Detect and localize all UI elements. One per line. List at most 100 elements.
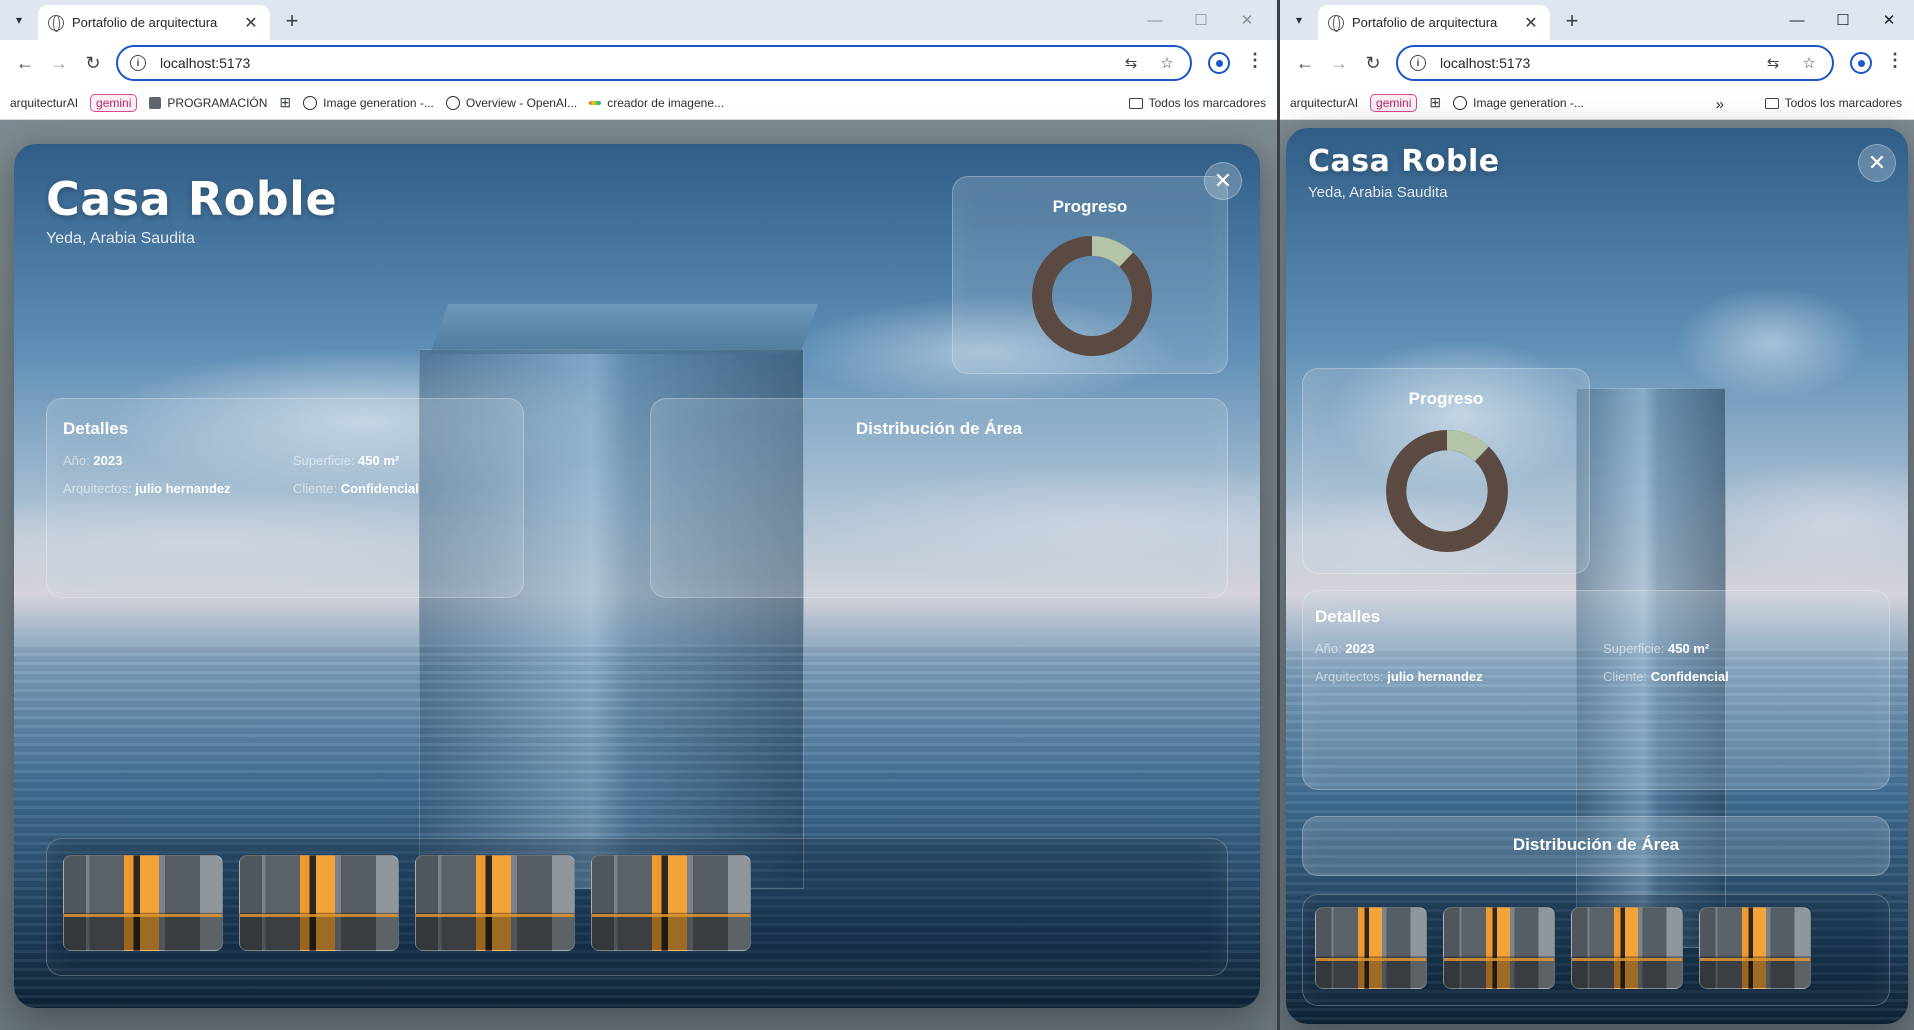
browser-tab[interactable]: Portafolio de arquitectura ✕ [1318,5,1550,40]
bookmark-item[interactable]: creador de imagene... [589,96,724,110]
tab-close-icon[interactable]: ✕ [242,13,260,33]
tab-close-icon[interactable]: ✕ [1522,13,1540,33]
area-value: 450 m² [1668,641,1710,656]
translate-icon[interactable]: ⇆ [1120,54,1142,72]
close-icon: ✕ [1867,150,1887,175]
maximize-icon[interactable]: ☐ [1820,6,1866,34]
area-distribution-panel: Distribución de Área [1302,816,1890,876]
background-image [1286,128,1908,1024]
apps-grid-icon[interactable]: ⊞ [279,94,291,111]
tab-title: Portafolio de arquitectura [72,15,218,30]
gallery-thumbnail[interactable] [239,855,399,951]
window-close-icon[interactable]: ✕ [1866,6,1912,34]
page-viewport: Casa Roble Yeda, Arabia Saudita Progreso… [0,120,1278,1030]
back-icon[interactable]: ← [8,46,42,80]
bookmark-item[interactable]: gemini [1370,93,1418,112]
new-tab-icon[interactable]: + [280,8,304,34]
architects-value: julio hernandez [1387,669,1483,684]
bookmark-item[interactable]: Image generation -... [303,95,434,110]
bookmark-item[interactable]: Overview - OpenAI... [445,95,577,110]
bookmark-star-icon[interactable]: ☆ [1798,54,1820,72]
project-modal: Casa Roble Yeda, Arabia Saudita Progreso… [14,144,1260,1008]
project-location: Yeda, Arabia Saudita [1308,184,1448,201]
bookmark-star-icon[interactable]: ☆ [1156,54,1178,72]
details-panel: Detalles Año: 2023 Superficie: 450 m² Ar… [1302,590,1890,790]
donut-main-ring [1386,430,1508,552]
page-viewport: Casa Roble Yeda, Arabia Saudita ✕ Progre… [1280,120,1914,1030]
profile-icon[interactable] [1850,52,1872,74]
folder-icon [1128,97,1143,109]
gallery-thumbnail[interactable] [1443,907,1555,989]
menu-kebab-icon[interactable]: ⋮ [1246,50,1264,71]
project-location: Yeda, Arabia Saudita [46,230,195,247]
architects-label: Arquitectos: [63,481,132,496]
site-info-icon[interactable]: i [1410,55,1426,71]
maximize-icon[interactable]: ☐ [1178,6,1224,34]
address-bar[interactable]: i localhost:5173 ⇆ ☆ [116,45,1192,81]
tab-title: Portafolio de arquitectura [1352,15,1498,30]
gallery-thumbnail[interactable] [415,855,575,951]
forward-icon[interactable]: → [1322,46,1356,80]
area-value: 450 m² [358,453,400,468]
translate-icon[interactable]: ⇆ [1762,54,1784,72]
area-label: Superficie: [293,453,355,468]
bookmark-item[interactable]: arquitecturAI [10,96,78,110]
project-modal: Casa Roble Yeda, Arabia Saudita ✕ Progre… [1286,128,1908,1024]
glass-cube-top [429,304,819,354]
year-label: Año: [1315,641,1342,656]
all-bookmarks[interactable]: Todos los marcadores [1764,96,1902,110]
gallery-thumbnail[interactable] [1315,907,1427,989]
forward-icon[interactable]: → [42,46,76,80]
apps-grid-icon[interactable]: ⊞ [1429,94,1441,111]
gallery-thumbnail[interactable] [1571,907,1683,989]
folder-icon [1764,97,1779,109]
area-label: Superficie: [1603,641,1665,656]
folder-square-icon [149,96,162,109]
client-value: Confidencial [1650,669,1729,684]
architects-row: Arquitectos: julio hernandez [1315,669,1483,684]
openai-icon [303,95,318,110]
bookmarks-overflow-icon[interactable]: » [1716,96,1724,113]
gallery-thumbnail[interactable] [1699,907,1811,989]
area-row: Superficie: 450 m² [293,453,399,468]
all-bookmarks[interactable]: Todos los marcadores [1128,96,1266,110]
site-info-icon[interactable]: i [130,55,146,71]
progress-panel: Progreso [952,176,1228,374]
profile-icon[interactable] [1208,52,1230,74]
close-icon: ✕ [1213,168,1233,193]
bookmark-label: creador de imagene... [607,95,725,110]
client-value: Confidencial [340,481,419,496]
minimize-icon[interactable]: — [1774,6,1820,34]
gallery-thumbnail[interactable] [63,855,223,951]
browser-tab[interactable]: Portafolio de arquitectura ✕ [38,5,270,40]
tab-search-icon[interactable]: ▾ [1288,9,1310,31]
area-distribution-title: Distribución de Área [1512,835,1680,854]
bookmark-item[interactable]: PROGRAMACIÓN [149,96,267,110]
progress-title: Progreso [1052,197,1128,216]
progress-title: Progreso [1408,389,1484,408]
reload-icon[interactable]: ↻ [1356,46,1390,80]
year-label: Año: [63,453,90,468]
year-row: Año: 2023 [63,453,122,468]
project-title: Casa Roble [46,172,338,226]
address-bar[interactable]: i localhost:5173 ⇆ ☆ [1396,45,1834,81]
window-controls: — ☐ ✕ [1132,6,1270,34]
bookmark-item[interactable]: Image generation -... [1453,95,1584,110]
bookmark-item[interactable]: gemini [90,93,138,112]
minimize-icon[interactable]: — [1132,6,1178,34]
new-tab-icon[interactable]: + [1560,8,1584,34]
reload-icon[interactable]: ↻ [76,46,110,80]
gallery-thumbnail[interactable] [591,855,751,951]
progress-panel: Progreso [1302,368,1590,574]
back-icon[interactable]: ← [1288,46,1322,80]
menu-kebab-icon[interactable]: ⋮ [1886,50,1904,71]
close-button[interactable]: ✕ [1204,162,1242,200]
year-value: 2023 [1345,641,1375,656]
window-close-icon[interactable]: ✕ [1224,6,1270,34]
year-value: 2023 [93,453,123,468]
close-button[interactable]: ✕ [1858,144,1896,182]
tab-search-icon[interactable]: ▾ [8,9,30,31]
bookmark-item[interactable]: arquitecturAI [1290,96,1358,110]
toolbar: ← → ↻ i localhost:5173 ⇆ ☆ ⋮ [1280,40,1914,86]
gallery-strip [1302,894,1890,1006]
